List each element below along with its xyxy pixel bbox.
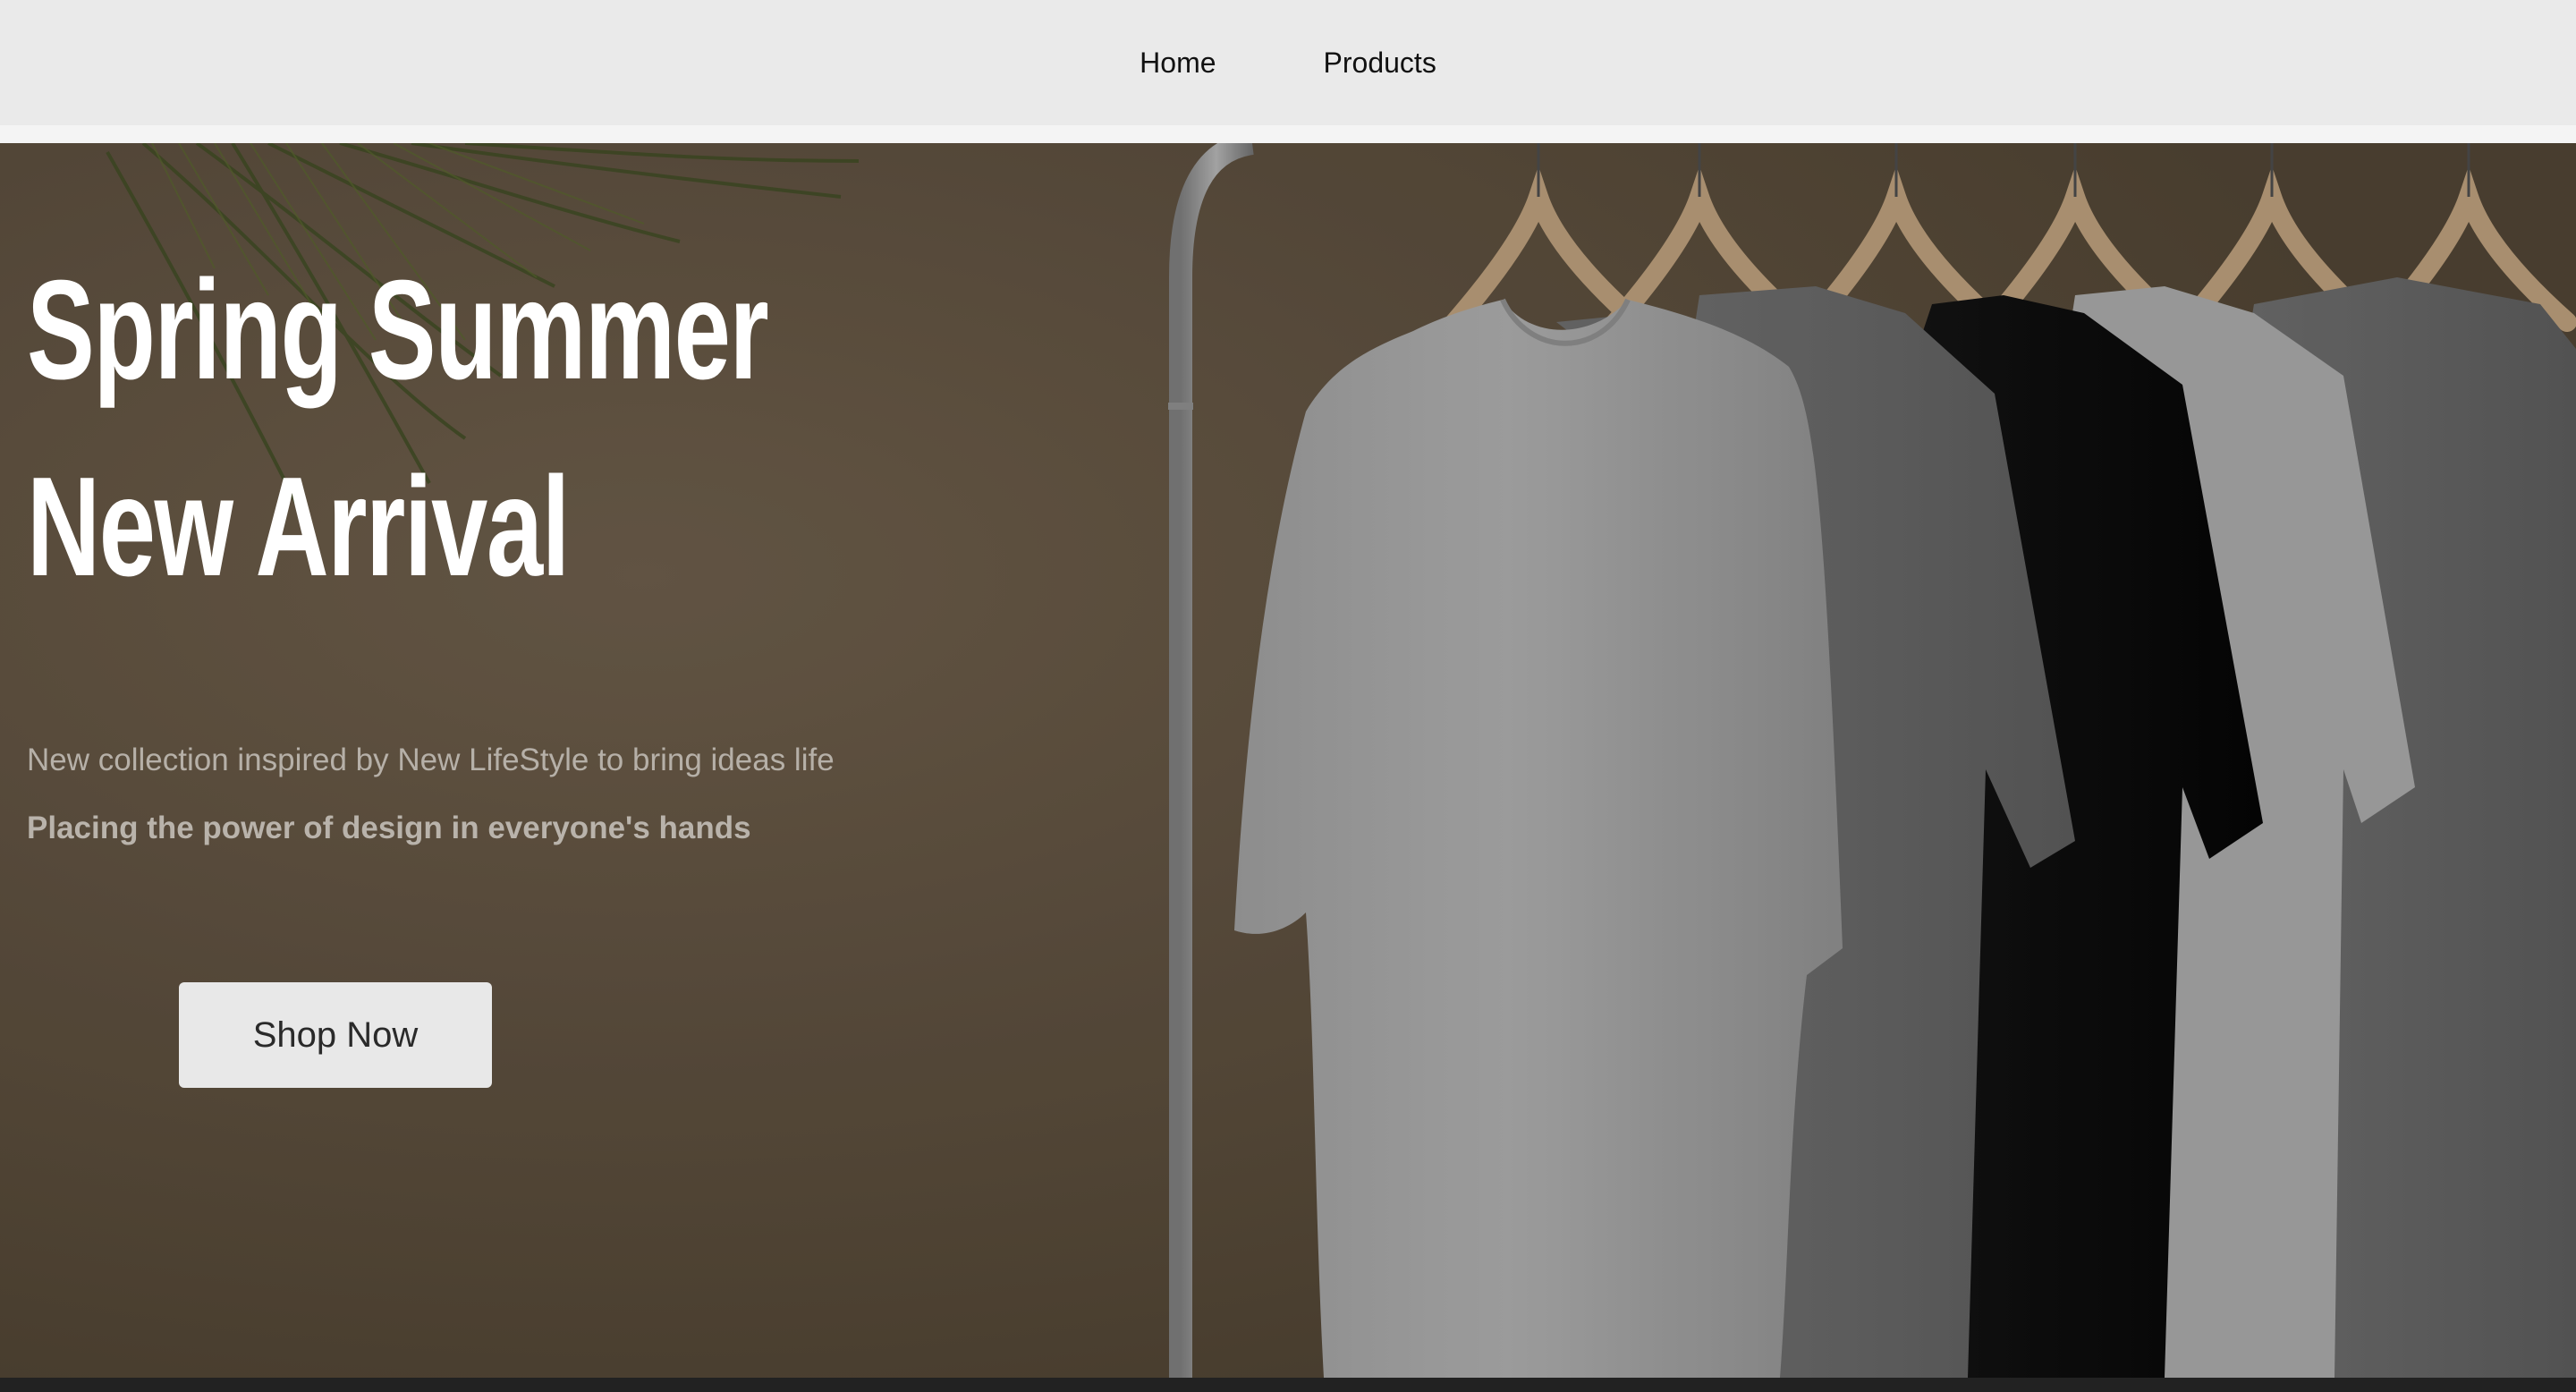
hero-title-line1: Spring Summer [27,251,769,409]
footer-bar [0,1378,2576,1392]
nav-link-home[interactable]: Home [1140,47,1216,80]
hero-subtitle: New collection inspired by New LifeStyle… [27,743,835,777]
hero-banner: Spring Summer New Arrival New collection… [0,143,2576,1378]
hero-tagline: Placing the power of design in everyone'… [27,811,751,845]
top-nav: Home Products [0,0,2576,125]
nav-link-products[interactable]: Products [1324,47,1436,80]
hero-title-line2: New Arrival [27,448,570,606]
shop-now-button[interactable]: Shop Now [179,982,492,1088]
